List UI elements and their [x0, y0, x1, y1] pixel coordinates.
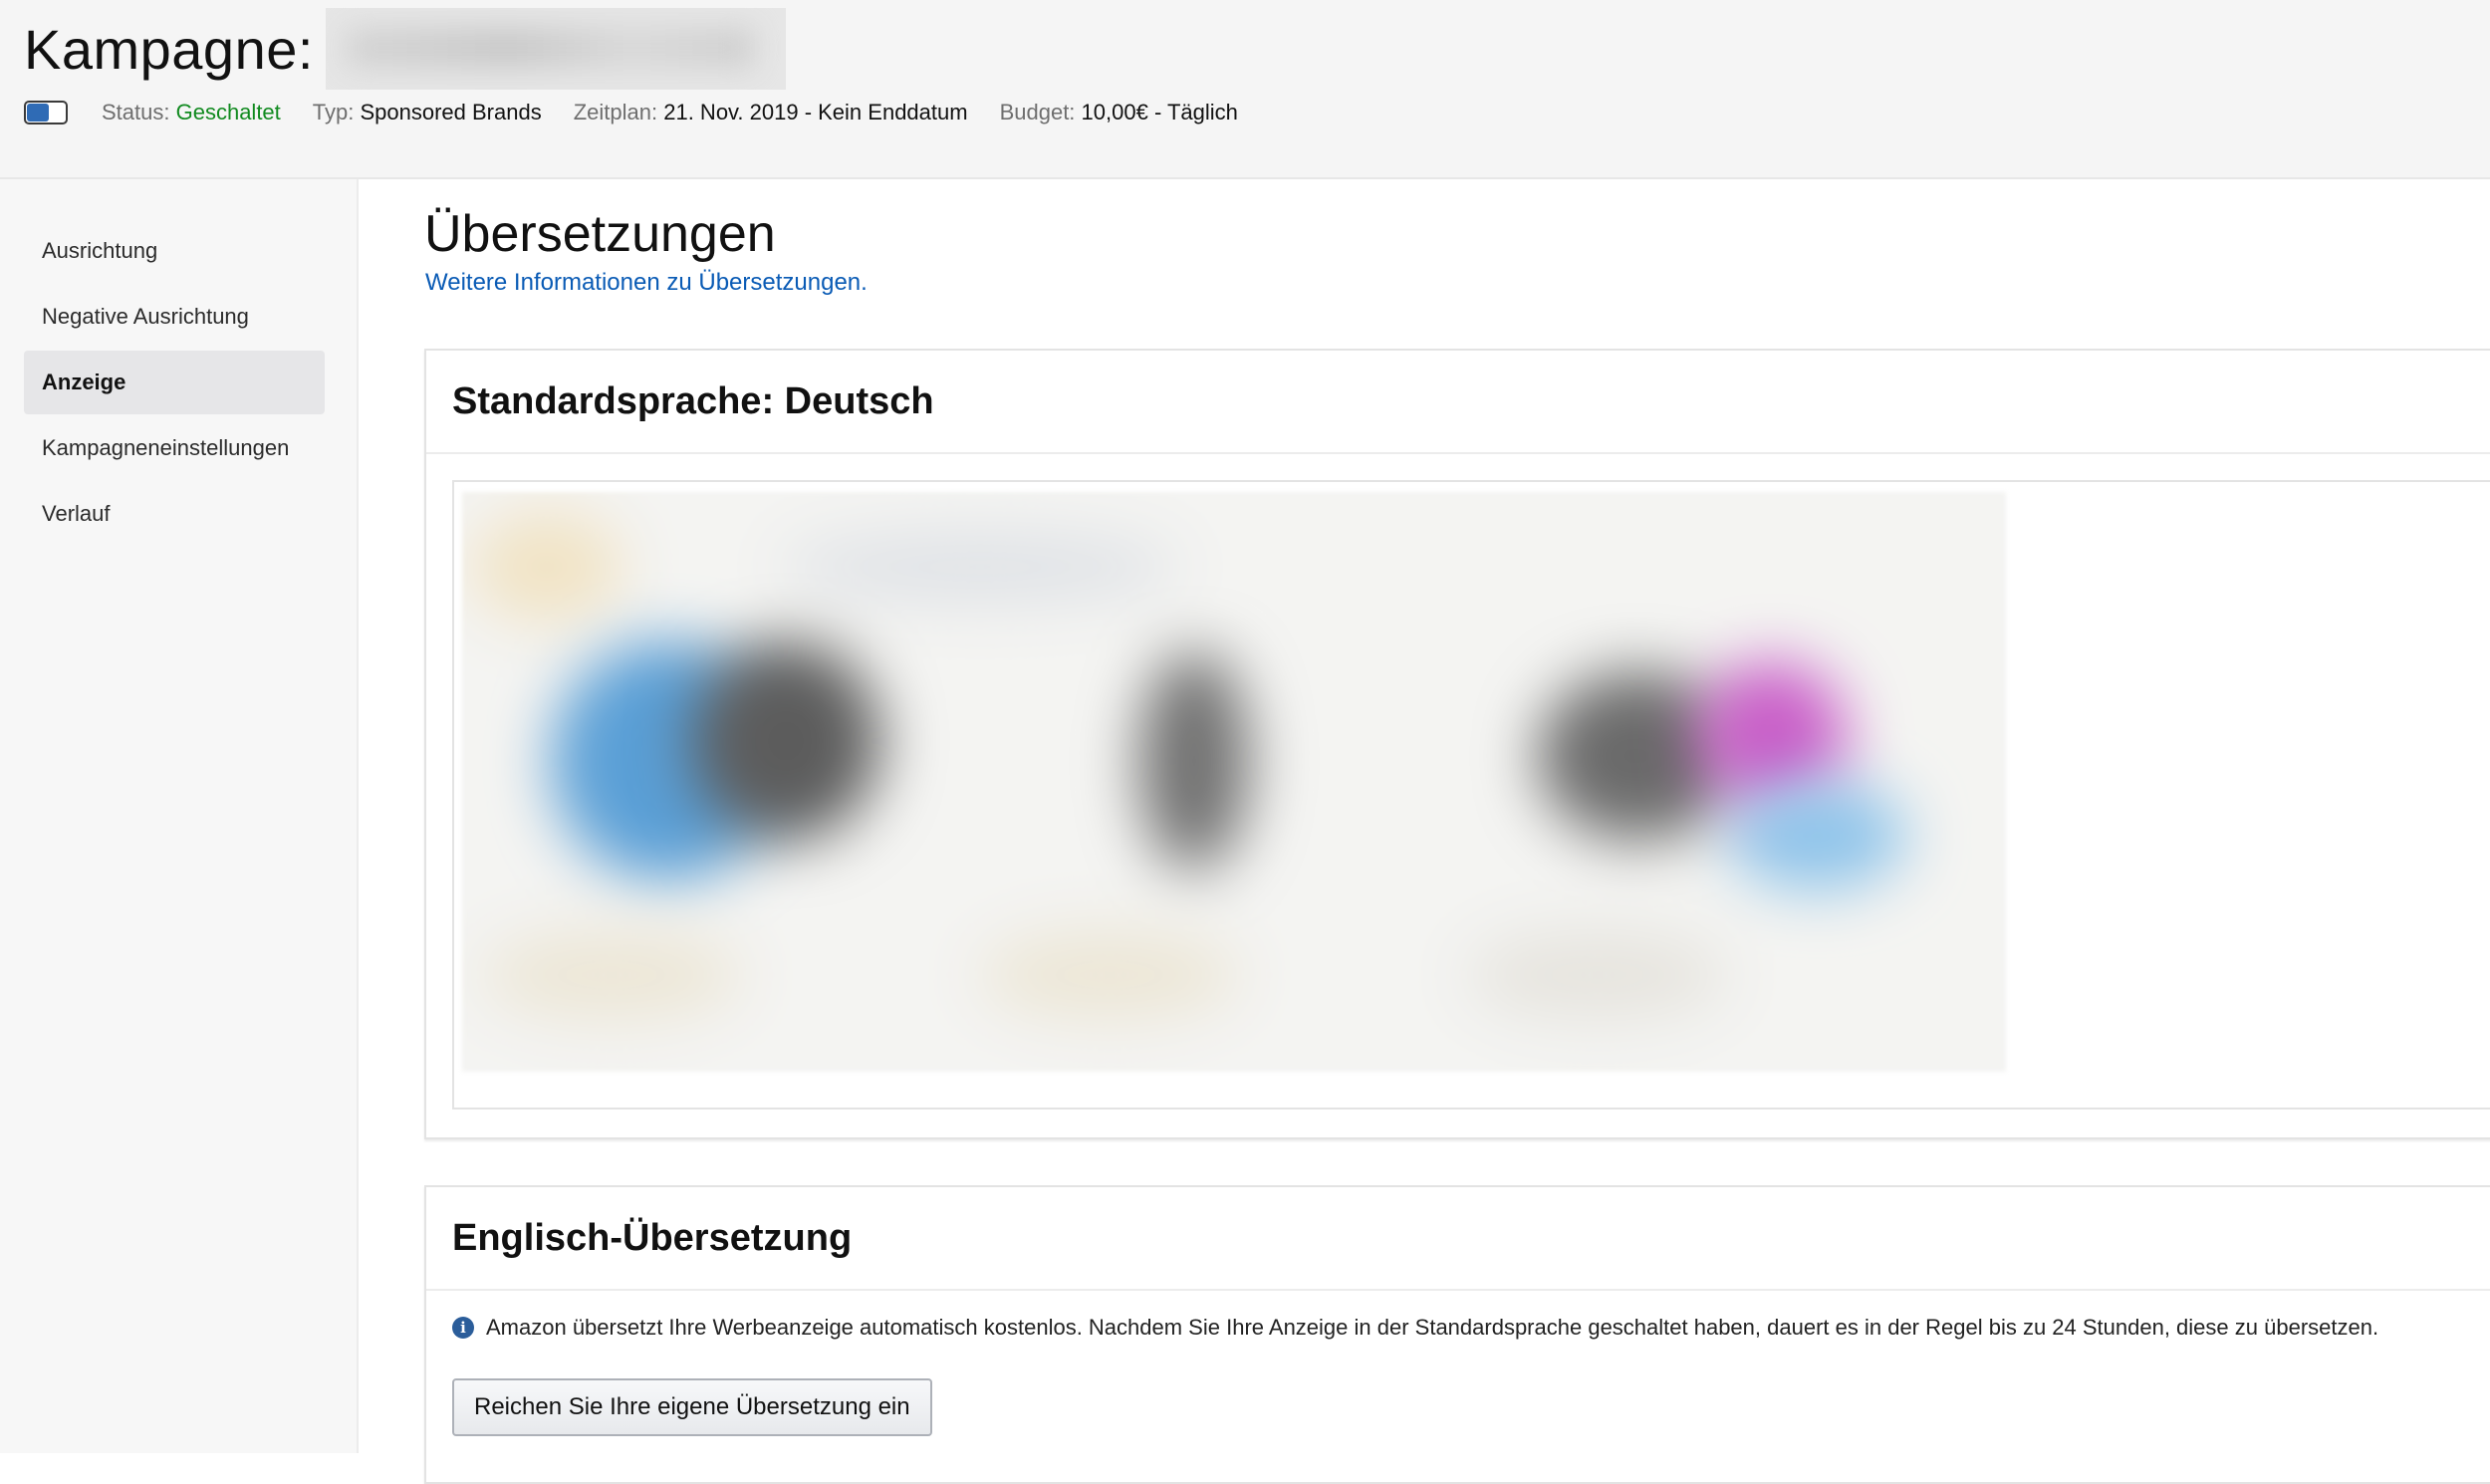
sidebar-item-negative-ausrichtung[interactable]: Negative Ausrichtung [24, 285, 325, 349]
campaign-sidebar: Ausrichtung Negative Ausrichtung Anzeige… [0, 179, 359, 1453]
type-key: Typ: [312, 100, 355, 124]
campaign-meta-row: Status: Geschaltet Typ: Sponsored Brands… [24, 100, 1270, 125]
auto-translation-notice: i Amazon übersetzt Ihre Werbeanzeige aut… [452, 1315, 2378, 1341]
campaign-label: Kampagne: [24, 17, 314, 81]
toggle-knob [27, 104, 49, 122]
sidebar-item-anzeige[interactable]: Anzeige [24, 351, 325, 414]
info-icon: i [452, 1317, 474, 1339]
schedule-meta: Zeitplan: 21. Nov. 2019 - Kein Enddatum [574, 100, 968, 125]
default-language-title: Standardsprache: Deutsch [452, 379, 934, 422]
default-language-card-header: Standardsprache: Deutsch [426, 351, 2490, 454]
sidebar-item-verlauf[interactable]: Verlauf [24, 482, 325, 546]
main-content: Übersetzungen Weitere Informationen zu Ü… [359, 179, 2490, 1484]
type-value: Sponsored Brands [360, 100, 542, 124]
status-meta: Status: Geschaltet [102, 100, 281, 125]
campaign-name-redacted [325, 8, 786, 90]
translations-info-link[interactable]: Weitere Informationen zu Übersetzungen. [425, 269, 868, 297]
campaign-status-toggle[interactable] [24, 101, 68, 124]
english-translation-card: Englisch-Übersetzung i Amazon übersetzt … [424, 1185, 2490, 1484]
page-title: Übersetzungen [424, 205, 776, 263]
budget-value: 10,00€ - Täglich [1081, 100, 1238, 124]
sidebar-item-ausrichtung[interactable]: Ausrichtung [24, 219, 325, 283]
auto-translation-notice-text: Amazon übersetzt Ihre Werbeanzeige autom… [486, 1315, 2379, 1340]
default-language-card: Standardsprache: Deutsch [424, 349, 2490, 1139]
english-translation-title: Englisch-Übersetzung [452, 1216, 853, 1259]
status-key: Status: [102, 100, 170, 124]
budget-meta: Budget: 10,00€ - Täglich [1000, 100, 1238, 125]
schedule-value: 21. Nov. 2019 - Kein Enddatum [663, 100, 968, 124]
schedule-key: Zeitplan: [573, 100, 658, 124]
status-value: Geschaltet [175, 100, 281, 124]
campaign-title-row: Kampagne: [24, 8, 786, 90]
budget-key: Budget: [999, 100, 1076, 124]
submit-own-translation-button[interactable]: Reichen Sie Ihre eigene Übersetzung ein [452, 1378, 932, 1436]
ad-preview-redacted [462, 492, 2006, 1072]
sidebar-item-kampagneneinstellungen[interactable]: Kampagneneinstellungen [24, 416, 325, 480]
english-translation-card-header: Englisch-Übersetzung [426, 1187, 2490, 1291]
campaign-header: Kampagne: Status: Geschaltet Typ: Sponso… [0, 0, 2490, 179]
type-meta: Typ: Sponsored Brands [313, 100, 542, 125]
ad-preview-box [452, 480, 2490, 1110]
